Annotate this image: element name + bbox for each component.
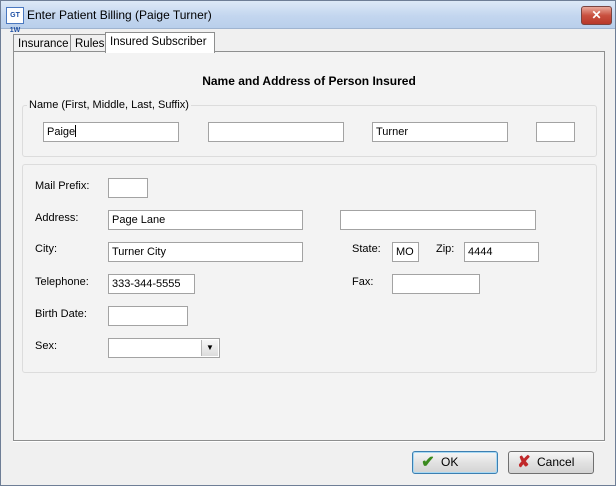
section-heading: Name and Address of Person Insured	[202, 74, 416, 88]
tab-insured-subscriber[interactable]: Insured Subscriber	[105, 32, 215, 53]
city-field[interactable]: Turner City	[108, 242, 303, 262]
divider	[13, 441, 605, 442]
last-name-field[interactable]: Turner	[372, 122, 508, 142]
name-group-label: Name (First, Middle, Last, Suffix)	[27, 99, 191, 111]
mail-prefix-field[interactable]	[108, 178, 148, 198]
fax-field[interactable]	[392, 274, 480, 294]
chevron-down-icon[interactable]: ▼	[201, 340, 218, 356]
address-group: Mail Prefix: Address: Page Lane City: Tu…	[22, 164, 597, 373]
address-line1-field[interactable]: Page Lane	[108, 210, 303, 230]
middle-name-field[interactable]	[208, 122, 344, 142]
telephone-label: Telephone:	[35, 276, 89, 288]
first-name-value: Paige	[47, 126, 76, 138]
window-title: Enter Patient Billing (Paige Turner)	[27, 8, 212, 22]
mail-prefix-label: Mail Prefix:	[35, 180, 90, 192]
state-label: State:	[352, 243, 381, 255]
address-line2-field[interactable]	[340, 210, 536, 230]
check-icon: ✔	[421, 454, 435, 471]
ok-button[interactable]: ✔ OK	[412, 451, 498, 474]
title-bar[interactable]: GT 1W Enter Patient Billing (Paige Turne…	[1, 1, 615, 34]
tab-panel: Name and Address of Person Insured Name …	[13, 51, 605, 441]
name-group: Name (First, Middle, Last, Suffix) Paige…	[22, 99, 597, 157]
first-name-field[interactable]: Paige	[43, 122, 179, 142]
tab-rules-label: Rules	[75, 38, 105, 50]
city-label: City:	[35, 243, 57, 255]
birth-date-label: Birth Date:	[35, 308, 87, 320]
sex-label: Sex:	[35, 340, 58, 352]
cancel-button-label: Cancel	[537, 455, 575, 469]
x-icon: ✘	[517, 454, 531, 471]
state-field[interactable]: MO	[392, 242, 419, 262]
address-label: Address:	[35, 212, 79, 224]
sex-select[interactable]: ▼	[108, 338, 220, 358]
close-button[interactable]: ✕	[581, 6, 612, 25]
text-caret	[75, 125, 77, 137]
tab-insurance[interactable]: Insurance	[13, 34, 71, 52]
zip-field[interactable]: 4444	[464, 242, 539, 262]
telephone-field[interactable]: 333-344-5555	[108, 274, 195, 294]
ok-button-label: OK	[441, 455, 459, 469]
birth-date-field[interactable]	[108, 306, 188, 326]
cancel-button[interactable]: ✘ Cancel	[508, 451, 594, 474]
app-icon: GT 1W	[6, 7, 24, 34]
zip-label: Zip:	[436, 243, 455, 255]
suffix-field[interactable]	[536, 122, 575, 142]
fax-label: Fax:	[352, 276, 374, 288]
tab-insured-subscriber-label: Insured Subscriber	[110, 36, 207, 48]
dialog-window: GT 1W Enter Patient Billing (Paige Turne…	[0, 0, 616, 486]
tab-insurance-label: Insurance	[18, 38, 69, 50]
